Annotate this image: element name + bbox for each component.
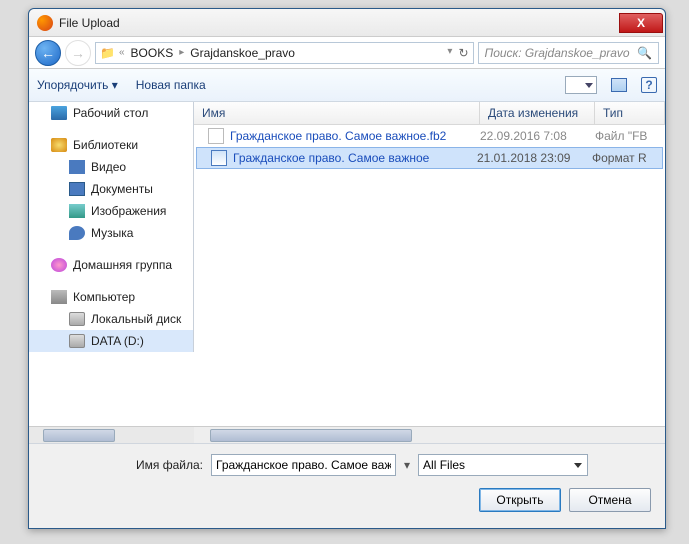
file-row-selected[interactable]: Гражданское право. Самое важное 21.01.20… (196, 147, 663, 169)
file-upload-dialog: File Upload X ← → 📁 « BOOKS ▸ Grajdansko… (28, 8, 666, 529)
file-date: 21.01.2018 23:09 (477, 151, 592, 165)
chevron-down-icon[interactable]: ▾ (447, 46, 452, 60)
forward-button: → (65, 40, 91, 66)
tree-video[interactable]: Видео (29, 156, 193, 178)
desktop-icon (51, 106, 67, 120)
nav-tree[interactable]: Рабочий стол Библиотеки Видео Документы … (29, 102, 194, 352)
view-mode-button[interactable] (565, 76, 597, 94)
tree-scrollbar[interactable] (29, 426, 194, 443)
file-list: Имя Дата изменения Тип Гражданское право… (194, 102, 665, 443)
body: Рабочий стол Библиотеки Видео Документы … (29, 102, 665, 443)
file-name: Гражданское право. Самое важное (233, 151, 429, 165)
video-icon (69, 160, 85, 174)
crumb-books[interactable]: BOOKS (129, 46, 176, 60)
file-name: Гражданское право. Самое важное.fb2 (230, 129, 446, 143)
filter-select[interactable]: All Files (418, 454, 588, 476)
filename-dropdown-icon[interactable]: ▾ (404, 458, 410, 472)
tree-images[interactable]: Изображения (29, 200, 193, 222)
tree-music[interactable]: Музыка (29, 222, 193, 244)
word-file-icon (211, 150, 227, 166)
cancel-button[interactable]: Отмена (569, 488, 651, 512)
search-icon: 🔍 (637, 46, 652, 60)
search-placeholder: Поиск: Grajdanskoe_pravo (485, 46, 630, 60)
file-type: Файл "FB (595, 129, 665, 143)
documents-icon (69, 182, 85, 196)
open-button[interactable]: Открыть (479, 488, 561, 512)
tree-libraries[interactable]: Библиотеки (29, 134, 193, 156)
images-icon (69, 204, 85, 218)
file-date: 22.09.2016 7:08 (480, 129, 595, 143)
help-button[interactable]: ? (641, 77, 657, 93)
crumb-sep-icon: « (119, 47, 125, 58)
new-folder-button[interactable]: Новая папка (136, 78, 206, 92)
music-icon (69, 226, 85, 240)
tree-data-d[interactable]: DATA (D:) (29, 330, 193, 352)
nav-bar: ← → 📁 « BOOKS ▸ Grajdanskoe_pravo ▾ ↻ Пои… (29, 37, 665, 69)
column-headers[interactable]: Имя Дата изменения Тип (194, 102, 665, 125)
window-title: File Upload (59, 16, 120, 30)
filename-input[interactable] (211, 454, 396, 476)
footer: Имя файла: ▾ All Files Открыть Отмена (29, 443, 665, 527)
chevron-right-icon: ▸ (179, 47, 184, 58)
crumb-current[interactable]: Grajdanskoe_pravo (188, 46, 297, 60)
col-date[interactable]: Дата изменения (480, 102, 595, 124)
homegroup-icon (51, 258, 67, 272)
file-row[interactable]: Гражданское право. Самое важное.fb2 22.0… (194, 125, 665, 147)
breadcrumb[interactable]: 📁 « BOOKS ▸ Grajdanskoe_pravo ▾ ↻ (95, 42, 474, 64)
file-type: Формат R (592, 151, 662, 165)
list-scrollbar[interactable] (194, 426, 665, 443)
file-icon (208, 128, 224, 144)
folder-icon: 📁 (100, 46, 115, 60)
filename-label: Имя файла: (43, 458, 203, 472)
firefox-icon (37, 15, 53, 31)
tree-computer[interactable]: Компьютер (29, 286, 193, 308)
col-type[interactable]: Тип (595, 102, 665, 124)
tree-documents[interactable]: Документы (29, 178, 193, 200)
back-button[interactable]: ← (35, 40, 61, 66)
computer-icon (51, 290, 67, 304)
toolbar: Упорядочить ▾ Новая папка ? (29, 69, 665, 102)
tree-desktop[interactable]: Рабочий стол (29, 102, 193, 124)
hdd-icon (69, 334, 85, 348)
tree-localdisk[interactable]: Локальный диск (29, 308, 193, 330)
refresh-icon[interactable]: ↻ (458, 46, 468, 60)
col-name[interactable]: Имя (194, 102, 480, 124)
tree-homegroup[interactable]: Домашняя группа (29, 254, 193, 276)
hdd-icon (69, 312, 85, 326)
titlebar[interactable]: File Upload X (29, 9, 665, 37)
close-button[interactable]: X (619, 13, 663, 33)
search-input[interactable]: Поиск: Grajdanskoe_pravo 🔍 (478, 42, 660, 64)
preview-pane-button[interactable] (611, 78, 627, 92)
organize-button[interactable]: Упорядочить ▾ (37, 78, 118, 92)
libraries-icon (51, 138, 67, 152)
